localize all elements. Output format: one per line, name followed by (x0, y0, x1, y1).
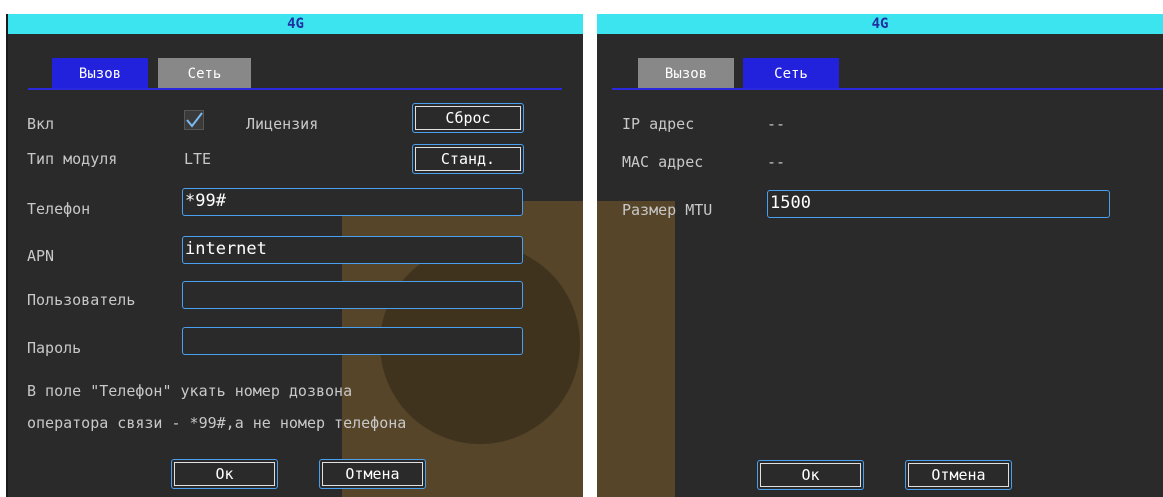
tab-underline (28, 88, 562, 90)
module-type-value: LTE (184, 150, 212, 168)
password-input[interactable] (182, 327, 523, 355)
mac-address-value: -- (767, 153, 786, 171)
apn-input[interactable]: internet (182, 236, 523, 264)
cancel-button[interactable]: Отмена (905, 460, 1012, 490)
dialog-title: 4G (8, 14, 583, 34)
license-label: Лицензия (246, 115, 319, 133)
reset-button[interactable]: Сброс (412, 103, 524, 133)
dialog-4g-network: 4G Вызов Сеть IP адрес -- MAC адрес -- Р… (597, 14, 1163, 497)
enable-label: Вкл (27, 115, 55, 133)
mtu-input[interactable]: 1500 (767, 190, 1110, 218)
reset-button-label: Сброс (415, 106, 521, 130)
mtu-label: Размер MTU (622, 201, 713, 219)
ip-address-value: -- (767, 115, 786, 133)
phone-label: Телефон (27, 200, 91, 218)
user-label: Пользователь (27, 291, 136, 309)
tab-call[interactable]: Вызов (638, 58, 734, 88)
cancel-button-label: Отмена (908, 463, 1009, 487)
apn-label: APN (27, 247, 55, 265)
note-line-1: В поле "Телефон" укать номер дозвона (27, 382, 353, 400)
dialog-4g-call: 4G Вызов Сеть Вкл Лицензия Сброс Тип мод… (6, 14, 583, 497)
password-label: Пароль (27, 339, 82, 357)
ok-button[interactable]: Ок (757, 460, 864, 490)
standard-button-label: Станд. (415, 147, 521, 171)
tab-bar: Вызов Сеть (597, 58, 1163, 90)
tab-underline (612, 88, 1163, 90)
cancel-button-label: Отмена (322, 462, 423, 486)
watermark-logo-edge (597, 201, 675, 497)
note-line-2: оператора связи - *99#,а не номер телефо… (27, 414, 407, 432)
ok-button-label: Ок (760, 463, 861, 487)
tab-network[interactable]: Сеть (743, 58, 839, 88)
ok-button[interactable]: Ок (171, 459, 278, 489)
dialog-title: 4G (597, 14, 1163, 34)
tab-network[interactable]: Сеть (158, 58, 251, 88)
ip-address-label: IP адрес (622, 115, 695, 133)
mac-address-label: MAC адрес (622, 153, 704, 171)
cancel-button[interactable]: Отмена (319, 459, 426, 489)
module-type-label: Тип модуля (27, 150, 118, 168)
tab-call[interactable]: Вызов (52, 58, 148, 88)
phone-input[interactable]: *99# (182, 188, 523, 216)
enable-checkbox[interactable] (184, 110, 204, 130)
tab-bar: Вызов Сеть (8, 58, 583, 90)
ok-button-label: Ок (174, 462, 275, 486)
user-input[interactable] (182, 281, 523, 309)
standard-button[interactable]: Станд. (412, 144, 524, 174)
